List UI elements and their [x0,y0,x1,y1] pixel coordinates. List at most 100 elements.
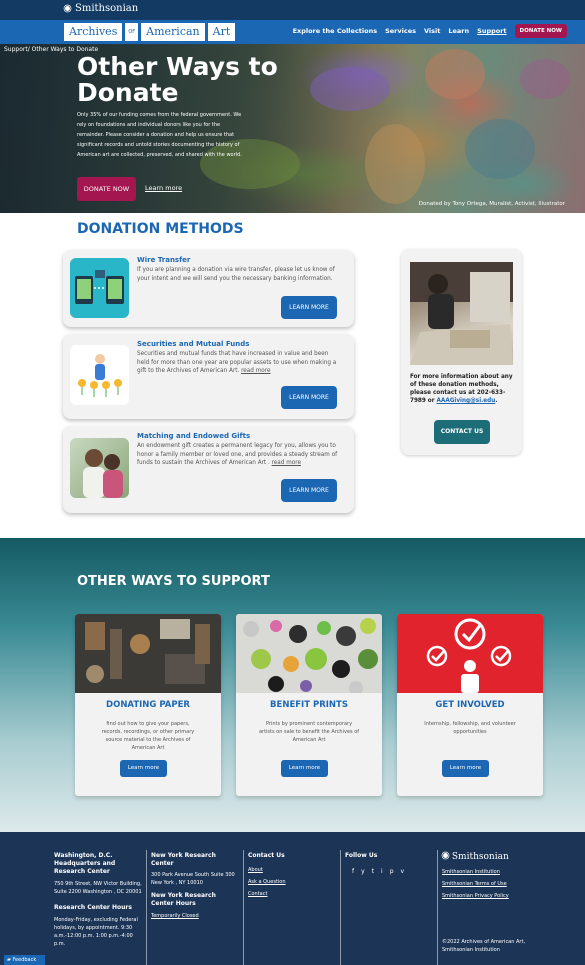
card-description-text: Securities and mutual funds that have in… [137,351,337,374]
logo-art: Art [207,23,236,41]
ny-hours-link[interactable]: Temporarily Closed [151,912,239,920]
nav-links: Explore the Collections Services Visit L… [293,24,567,38]
main-nav: Archives OF American Art Explore the Col… [0,20,585,44]
card-description-text: An endowment gift creates a permanent le… [137,443,338,466]
other-ways-section: OTHER WAYS TO SUPPORT DONATING PAPER fin… [0,538,585,832]
logo-of: OF [125,23,139,41]
dc-title: Washington, D.C. Headquarters and Resear… [54,852,116,875]
card-title: Matching and Endowed Gifts [137,432,251,440]
matching-learn-more-button[interactable]: LEARN MORE [281,479,337,502]
smithsonian-label: Smithsonian [75,3,139,14]
hero-banner: Support/ Other Ways to Donate Other Ways… [0,44,585,213]
card-description: Securities and mutual funds that have in… [137,350,340,376]
hours-text: Monday-Friday, excluding Federal holiday… [54,917,138,947]
hero-donate-button[interactable]: DONATE NOW [77,177,136,201]
vimeo-icon[interactable]: v [401,868,405,875]
card-description: If you are planning a donation via wire … [137,267,335,282]
footer-link-contact[interactable]: Contact [248,890,336,898]
footer-link-about[interactable]: About [248,866,336,874]
tumblr-icon[interactable]: t [372,868,374,875]
contact-sidebar: For more information about any of these … [401,249,522,455]
hero-learn-more-link[interactable]: Learn more [145,184,182,192]
image-credit: Donated by Tony Ortega, Muralist, Activi… [418,201,565,207]
securities-image [70,345,129,405]
securities-learn-more-button[interactable]: LEARN MORE [281,386,337,409]
footer-link-terms[interactable]: Smithsonian Terms of Use [442,880,552,888]
footer: Washington, D.C. Headquarters and Resear… [0,832,585,965]
footer-link-privacy[interactable]: Smithsonian Privacy Policy [442,892,552,900]
donation-methods-title: DONATION METHODS [77,221,244,237]
footer-divider [146,850,147,965]
card-get-involved: GET INVOLVED Internship, fellowship, and… [397,614,543,796]
card-securities: Securities and Mutual Funds Securities a… [63,334,354,419]
footer-contact-column: Contact Us About Ask a Question Contact [248,852,336,902]
footer-divider [340,850,341,965]
footer-social-column: Follow Us f y t i p v [345,852,433,875]
instagram-icon[interactable]: i [381,868,383,875]
read-more-link[interactable]: read more [241,368,270,374]
page-title: Other Ways to Donate [77,52,278,107]
smithsonian-bar: Smithsonian [0,0,585,20]
contact-us-button[interactable]: CONTACT US [434,420,490,444]
donating-paper-learn-more-button[interactable]: Learn more [120,760,167,777]
read-more-link[interactable]: read more [272,460,301,466]
nav-services[interactable]: Services [385,27,416,35]
social-icons: f y t i p v [352,868,433,875]
logo-archives: Archives [64,23,123,41]
ny-title: New York Research Center [151,852,216,867]
card-title: GET INVOLVED [435,700,505,710]
footer-divider [243,850,244,965]
sunburst-icon [65,6,70,11]
card-title: Securities and Mutual Funds [137,340,250,348]
donating-paper-image [75,614,221,693]
wire-transfer-image [70,258,129,318]
card-benefit-prints: BENEFIT PRINTS Prints by prominent conte… [236,614,382,796]
nav-explore[interactable]: Explore the Collections [293,27,378,35]
footer-smithsonian-label: Smithsonian [451,852,509,862]
card-description: Internship, fellowship, and volunteer op… [424,721,516,735]
aaa-logo[interactable]: Archives OF American Art [64,23,236,41]
feedback-button[interactable]: ▰ Feedback [4,955,45,965]
footer-smithsonian-column: Smithsonian Smithsonian Institution Smit… [442,852,552,954]
sidebar-text: For more information about any of these … [410,374,513,404]
pinterest-icon[interactable]: p [390,868,394,875]
nav-learn[interactable]: Learn [448,27,469,35]
card-donating-paper: DONATING PAPER find out how to give your… [75,614,221,796]
smithsonian-logo[interactable]: Smithsonian [64,3,138,14]
nav-support[interactable]: Support [477,27,506,35]
nav-visit[interactable]: Visit [424,27,440,35]
contact-title: Contact Us [248,852,285,859]
matching-gifts-image [70,438,129,498]
ny-hours-title: New York Research Center Hours [151,892,216,907]
email-link[interactable]: AAAGiving@si.edu [437,398,496,404]
card-description: Prints by prominent contemporary artists… [258,721,360,743]
card-description: An endowment gift creates a permanent le… [137,442,340,468]
dc-address: 750 9th Street, NW Victor Building, Suit… [54,881,142,895]
follow-title: Follow Us [345,852,378,859]
card-matching-gifts: Matching and Endowed Gifts An endowment … [63,426,354,513]
footer-link-si[interactable]: Smithsonian Institution [442,868,552,876]
other-ways-title: OTHER WAYS TO SUPPORT [77,574,270,589]
footer-dc-column: Washington, D.C. Headquarters and Resear… [54,852,144,948]
card-wire-transfer: Wire Transfer If you are planning a dona… [63,250,354,327]
get-involved-image [397,614,543,693]
sunburst-icon [443,853,448,858]
card-description: find out how to give your papers, record… [101,721,195,751]
footer-smithsonian-logo[interactable]: Smithsonian [442,852,552,862]
nav-donate-button[interactable]: DONATE NOW [514,24,567,38]
hours-title: Research Center Hours [54,904,132,911]
card-title: DONATING PAPER [106,700,190,710]
ny-address: 300 Park Avenue South Suite 300 New York… [151,872,235,886]
get-involved-learn-more-button[interactable]: Learn more [442,760,489,777]
logo-american: American [141,23,205,41]
wire-learn-more-button[interactable]: LEARN MORE [281,296,337,319]
card-title: Wire Transfer [137,256,191,264]
footer-ny-column: New York Research Center 300 Park Avenue… [151,852,239,924]
benefit-prints-learn-more-button[interactable]: Learn more [281,760,328,777]
copyright: ©2022 Archives of American Art, Smithson… [442,939,526,953]
youtube-icon[interactable]: y [361,868,365,875]
hero-description: Only 35% of our funding comes from the f… [77,112,242,158]
footer-link-ask[interactable]: Ask a Question [248,878,336,886]
facebook-icon[interactable]: f [352,868,354,875]
sidebar-photo [410,262,513,365]
